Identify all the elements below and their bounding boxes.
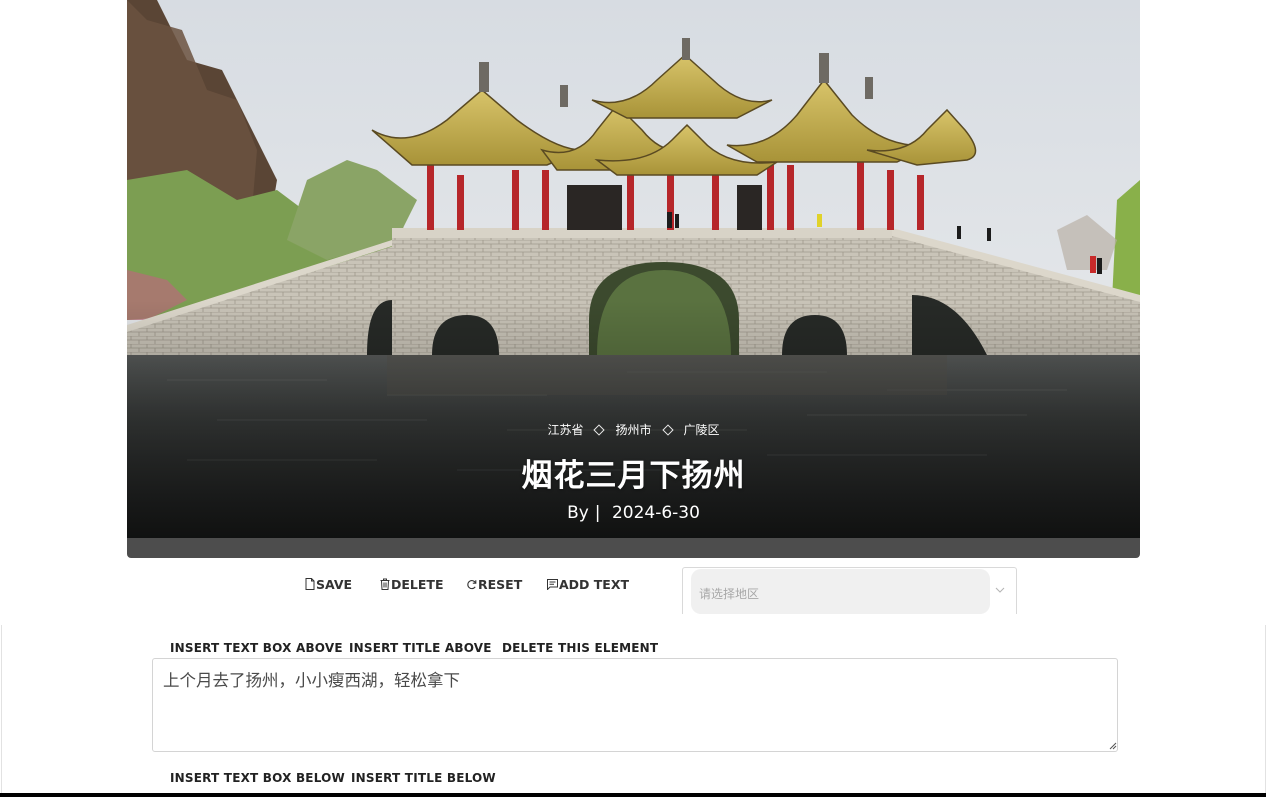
reset-label: RESET [478, 576, 523, 592]
diamond-separator-icon [593, 423, 606, 436]
resize-handle-icon[interactable] [1108, 741, 1117, 750]
insert-text-box-below-button[interactable]: INSERT TEXT BOX BELOW [170, 771, 345, 785]
post-byline: By | 2024-6-30 [127, 503, 1140, 523]
chevron-down-icon[interactable] [995, 587, 1005, 593]
post-date: 2024-6-30 [611, 503, 700, 523]
region-city: 扬州市 [615, 423, 652, 437]
delete-label: DELETE [391, 576, 444, 592]
save-label: SAVE [316, 576, 353, 592]
content-textarea[interactable]: 上个月去了扬州，小小瘦西湖，轻松拿下 [152, 658, 1118, 752]
post-title: 烟花三月下扬州 [521, 458, 746, 494]
delete-button[interactable]: DELETE [380, 575, 443, 593]
region-select-field[interactable]: 请选择地区 [691, 569, 990, 614]
refresh-icon [467, 579, 477, 589]
file-icon [305, 578, 315, 590]
region-district: 广陵区 [683, 423, 720, 437]
add-text-label: ADD TEXT [559, 576, 630, 592]
insert-text-box-above-button[interactable]: INSERT TEXT BOX ABOVE [170, 641, 343, 655]
byline-prefix: By [567, 503, 589, 523]
insert-title-above-button[interactable]: INSERT TITLE ABOVE [349, 641, 492, 655]
region-breadcrumb: 江苏省 扬州市 广陵区 [127, 421, 1140, 438]
text-comment-icon [547, 578, 558, 590]
reset-button[interactable]: RESET [467, 575, 522, 593]
delete-element-button[interactable]: DELETE THIS ELEMENT [502, 641, 658, 655]
byline-separator: | [594, 503, 601, 523]
diamond-separator-icon [661, 423, 674, 436]
insert-title-below-button[interactable]: INSERT TITLE BELOW [351, 771, 496, 785]
save-button[interactable]: SAVE [305, 575, 352, 593]
bottom-edge-bar [0, 793, 1266, 797]
region-select[interactable]: 请选择地区 [682, 567, 1017, 614]
trash-icon [380, 578, 390, 590]
add-text-button[interactable]: ADD TEXT [547, 575, 629, 593]
region-province: 江苏省 [547, 423, 584, 437]
region-select-placeholder: 请选择地区 [699, 587, 760, 601]
cover-image-banner: 江苏省 扬州市 广陵区 烟花三月下扬州 By | 2024-6-30 [127, 0, 1140, 558]
